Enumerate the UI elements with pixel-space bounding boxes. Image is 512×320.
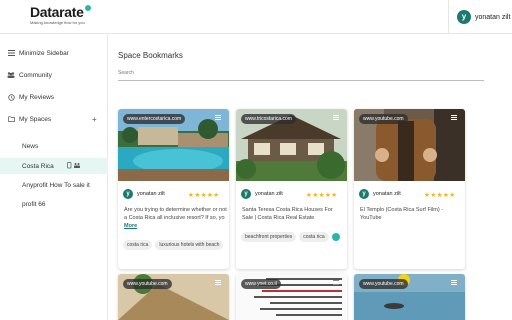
- space-item-profit-66[interactable]: profit 66: [0, 196, 108, 212]
- user-menu[interactable]: y yonatan zilt: [448, 0, 510, 34]
- star-rating[interactable]: ★★★★★: [424, 191, 456, 199]
- card-url: www.entercostarica.com: [123, 114, 186, 124]
- user-name: yonatan zilt: [475, 13, 511, 21]
- sidebar-item-label: My Reviews: [19, 93, 55, 101]
- space-item-label: News: [22, 142, 39, 150]
- tag-chip[interactable]: beachfront properties: [241, 232, 297, 242]
- card-menu-icon[interactable]: [451, 280, 457, 285]
- tag-chip[interactable]: costa rica: [299, 232, 329, 242]
- card-url: www.youtube.com: [359, 114, 408, 124]
- logo-dot-icon: [84, 5, 91, 11]
- card-menu-icon[interactable]: [333, 280, 339, 285]
- avatar: y: [123, 189, 133, 199]
- tag-list: beachfront properties costa rica: [241, 232, 340, 242]
- star-rating[interactable]: ★★★★★: [188, 191, 220, 199]
- bookmark-card[interactable]: www.youtube.com y yonatan zilt ★★★★★ El …: [354, 109, 465, 269]
- card-menu-icon[interactable]: [333, 115, 339, 120]
- card-thumbnail[interactable]: www.youtube.com: [354, 274, 465, 320]
- datarate-logo[interactable]: Datarate Making knowledge flow for you: [30, 5, 91, 25]
- description-text: El Templo (Costa Rica Surf Film) - YouTu…: [360, 207, 444, 221]
- card-author: y yonatan zilt: [359, 189, 401, 199]
- bookmark-card[interactable]: www.youtube.com: [118, 274, 229, 320]
- folder-icon: [7, 115, 15, 123]
- card-url: www.youtube.com: [359, 279, 408, 289]
- tag-chip[interactable]: luxurious hotels with beach: [155, 240, 224, 250]
- top-header: Datarate Making knowledge flow for you y…: [0, 0, 512, 34]
- search-label: Search: [118, 70, 134, 76]
- author-name: yonatan zilt: [137, 191, 165, 197]
- search-input[interactable]: [118, 80, 484, 81]
- community-icon: [7, 71, 15, 79]
- sidebar-item-label: Community: [19, 71, 52, 79]
- card-menu-icon[interactable]: [215, 115, 221, 120]
- card-description: Are you trying to determine whether or n…: [124, 206, 227, 230]
- space-actions: [67, 161, 81, 171]
- space-item-anyprofit[interactable]: Anyprofit How To sale it: [0, 177, 108, 193]
- sidebar-item-my-spaces[interactable]: My Spaces +: [0, 111, 108, 127]
- description-text: Santa Teresa Costa Rica Houses For Sale …: [242, 207, 333, 221]
- bookmark-card[interactable]: www.ynet.co.il: [236, 274, 347, 320]
- bookmark-card[interactable]: www.youtube.com: [354, 274, 465, 320]
- sidebar-item-label: Minimize Sidebar: [19, 49, 69, 57]
- sidebar-item-minimize[interactable]: Minimize Sidebar: [0, 45, 108, 61]
- bookmark-card[interactable]: www.tricostarica.com y yonatan zilt ★★★★…: [236, 109, 347, 269]
- card-thumbnail[interactable]: www.youtube.com: [118, 274, 229, 320]
- card-thumbnail[interactable]: www.youtube.com: [354, 109, 465, 181]
- card-url: www.youtube.com: [123, 279, 172, 289]
- bookmark-card[interactable]: www.entercostarica.com y yonatan zilt ★★…: [118, 109, 229, 269]
- card-menu-icon[interactable]: [215, 280, 221, 285]
- add-space-icon[interactable]: +: [92, 115, 97, 124]
- card-description: Santa Teresa Costa Rica Houses For Sale …: [242, 206, 345, 224]
- card-author: y yonatan zilt: [241, 189, 283, 199]
- history-icon: [7, 93, 15, 101]
- avatar: y: [457, 10, 471, 24]
- tag-chip[interactable]: costa rica: [123, 240, 153, 250]
- logo-text: Datarate: [30, 4, 84, 20]
- description-text: Are you trying to determine whether or n…: [124, 207, 227, 221]
- space-item-label: Costa Rica: [22, 162, 54, 170]
- more-tags-icon[interactable]: [331, 233, 340, 241]
- logo-tagline: Making knowledge flow for you: [30, 20, 85, 25]
- author-name: yonatan zilt: [373, 191, 401, 197]
- card-menu-icon[interactable]: [451, 115, 457, 120]
- sidebar-item-my-reviews[interactable]: My Reviews: [0, 89, 108, 105]
- sidebar-item-community[interactable]: Community: [0, 67, 108, 83]
- sidebar: Minimize Sidebar Community My Reviews My…: [0, 34, 108, 320]
- page-title: Space Bookmarks: [118, 51, 183, 60]
- card-thumbnail[interactable]: www.entercostarica.com: [118, 109, 229, 181]
- space-item-label: profit 66: [22, 200, 46, 208]
- author-name: yonatan zilt: [255, 191, 283, 197]
- card-author: y yonatan zilt: [123, 189, 165, 199]
- avatar: y: [359, 189, 369, 199]
- card-url: www.tricostarica.com: [241, 114, 296, 124]
- menu-icon: [7, 49, 15, 57]
- card-description: El Templo (Costa Rica Surf Film) - YouTu…: [360, 206, 463, 224]
- space-item-label: Anyprofit How To sale it: [22, 181, 90, 189]
- star-rating[interactable]: ★★★★★: [306, 191, 338, 199]
- sidebar-item-label: My Spaces: [19, 115, 52, 123]
- tag-list: costa rica luxurious hotels with beach: [123, 240, 226, 250]
- space-item-news[interactable]: News: [0, 138, 108, 154]
- card-url: www.ynet.co.il: [241, 279, 281, 289]
- card-thumbnail[interactable]: www.tricostarica.com: [236, 109, 347, 181]
- more-link[interactable]: More: [124, 223, 137, 229]
- card-thumbnail[interactable]: www.ynet.co.il: [236, 274, 347, 320]
- space-item-costa-rica[interactable]: Costa Rica: [0, 158, 108, 174]
- main-content: Space Bookmarks Search www.entercostaric…: [108, 34, 512, 320]
- avatar: y: [241, 189, 251, 199]
